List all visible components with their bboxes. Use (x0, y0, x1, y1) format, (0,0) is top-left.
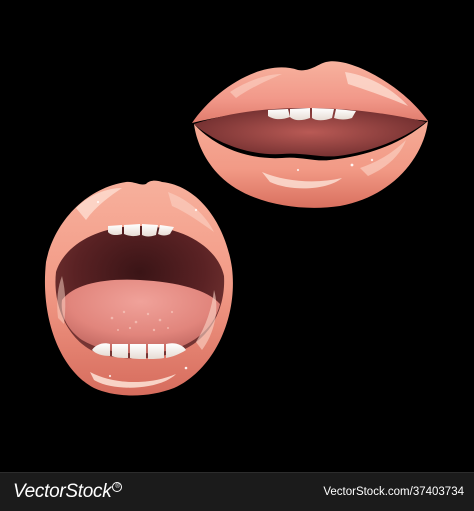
open-mouth-lips (44, 180, 233, 396)
registered-mark: ® (112, 482, 123, 492)
lips-illustration (44, 61, 428, 396)
watermark-bar: VectorStock ® VectorStock.com/37403734 (0, 472, 474, 511)
image-id: VectorStock.com/37403734 (323, 486, 464, 498)
smiling-lips (192, 61, 428, 208)
vectorstock-logo: VectorStock ® (13, 481, 123, 503)
image-canvas: VectorStock ® VectorStock.com/37403734 (0, 0, 474, 511)
brand-name: VectorStock (13, 481, 112, 502)
